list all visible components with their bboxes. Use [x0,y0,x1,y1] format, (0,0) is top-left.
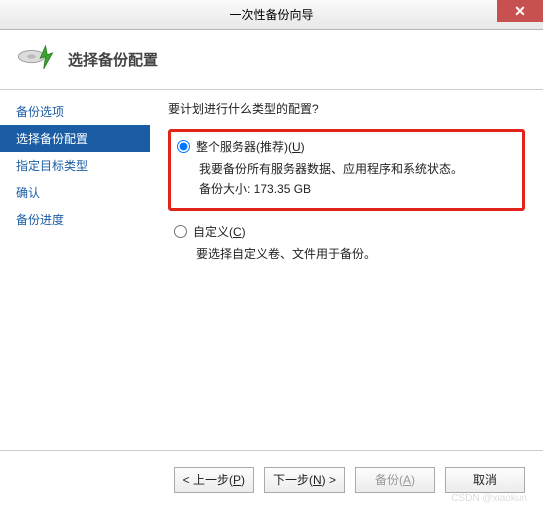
close-button[interactable]: ✕ [497,0,543,22]
back-button[interactable]: < 上一步(P) [174,467,254,493]
backup-button: 备份(A) [355,467,435,493]
backup-icon [14,39,56,81]
sidebar-item-backup-progress[interactable]: 备份进度 [0,206,150,233]
close-icon: ✕ [514,3,526,20]
page-title: 选择备份配置 [68,49,158,70]
wizard-header: 选择备份配置 [0,30,543,90]
next-button[interactable]: 下一步(N) > [264,467,345,493]
sidebar-item-specify-dest-type[interactable]: 指定目标类型 [0,152,150,179]
radio-row-custom[interactable]: 自定义(C) [174,223,519,240]
option-full-server: 整个服务器(推荐)(U) 我要备份所有服务器数据、应用程序和系统状态。 备份大小… [168,129,525,211]
sidebar-item-backup-options[interactable]: 备份选项 [0,98,150,125]
main-panel: 要计划进行什么类型的配置? 整个服务器(推荐)(U) 我要备份所有服务器数据、应… [150,90,543,440]
cancel-button[interactable]: 取消 [445,467,525,493]
content-area: 备份选项 选择备份配置 指定目标类型 确认 备份进度 要计划进行什么类型的配置?… [0,90,543,440]
radio-label-full-server: 整个服务器(推荐)(U) [196,138,305,155]
sidebar-item-select-backup-config[interactable]: 选择备份配置 [0,125,150,152]
option-desc-full-server-2: 备份大小: 173.35 GB [199,179,516,199]
radio-full-server[interactable] [177,140,190,153]
radio-label-custom: 自定义(C) [193,223,246,240]
option-desc-full-server-1: 我要备份所有服务器数据、应用程序和系统状态。 [199,159,516,179]
wizard-footer: < 上一步(P) 下一步(N) > 备份(A) 取消 [0,450,543,508]
window-title: 一次性备份向导 [229,6,313,23]
titlebar: 一次性备份向导 ✕ [0,0,543,30]
option-desc-custom-1: 要选择自定义卷、文件用于备份。 [196,244,519,264]
option-custom: 自定义(C) 要选择自定义卷、文件用于备份。 [168,217,525,272]
radio-custom[interactable] [174,225,187,238]
config-prompt: 要计划进行什么类型的配置? [168,100,525,117]
sidebar-item-confirm[interactable]: 确认 [0,179,150,206]
radio-row-full-server[interactable]: 整个服务器(推荐)(U) [177,138,516,155]
wizard-steps-sidebar: 备份选项 选择备份配置 指定目标类型 确认 备份进度 [0,90,150,440]
